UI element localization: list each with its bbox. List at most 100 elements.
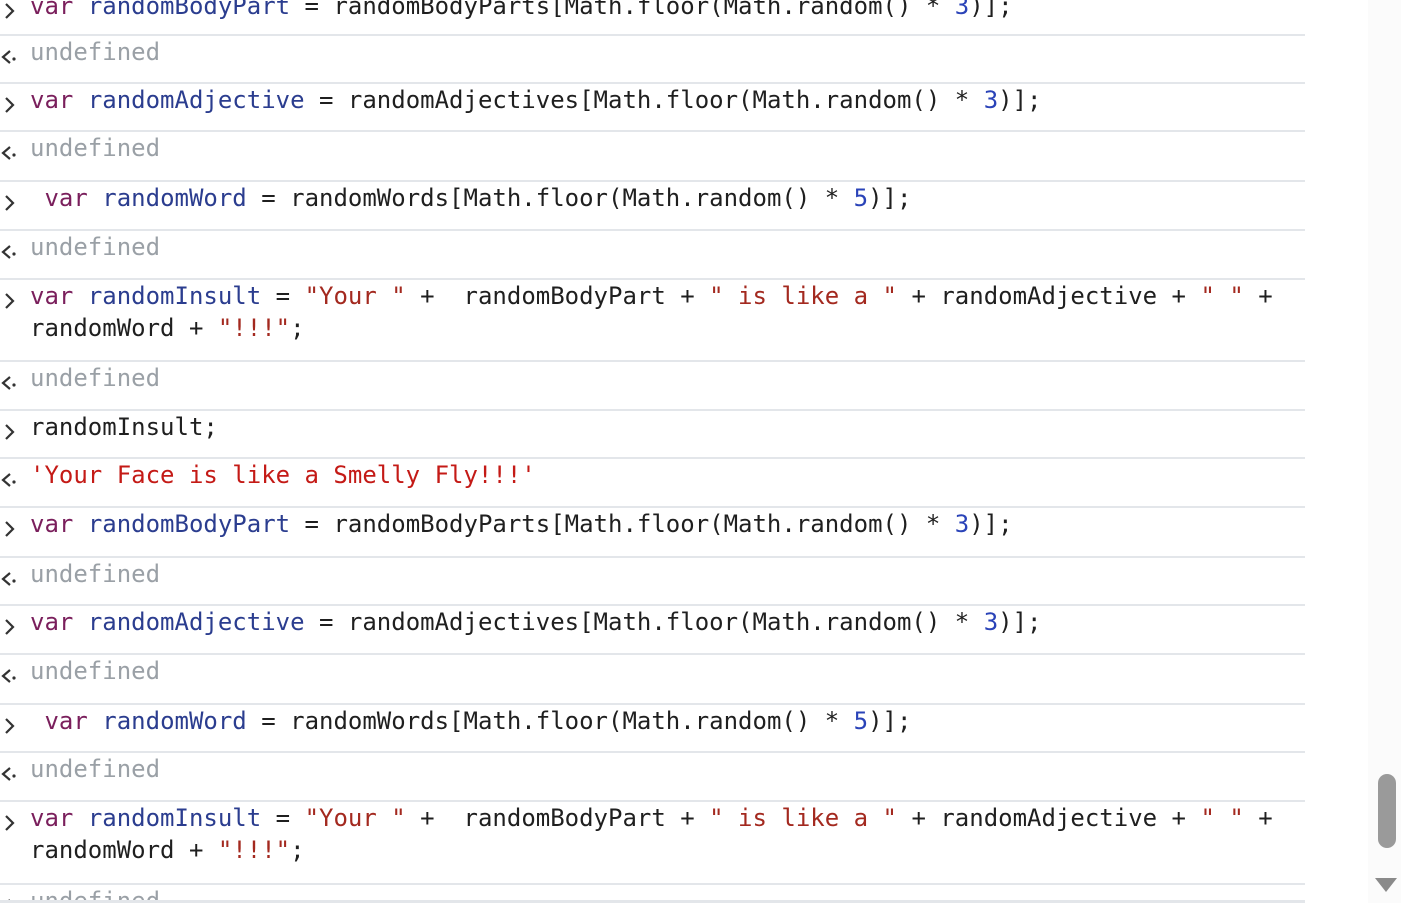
console-undefined-value: undefined — [30, 134, 161, 162]
code-token: randomAdjective — [87, 86, 305, 114]
console-log: var randomBodyPart = randomBodyParts[Mat… — [0, 0, 1305, 903]
console-output-row[interactable]: undefined — [0, 655, 1305, 705]
code-token: "!!!" — [217, 836, 291, 864]
code-token: randomInsult — [87, 804, 262, 832]
console-input-code: var randomInsult = "Your " + randomBodyP… — [30, 280, 1305, 344]
code-token: 3 — [954, 0, 970, 20]
code-token: = randomBodyParts[Math.floor(Math.random… — [290, 0, 955, 20]
return-arrow-icon — [0, 141, 20, 165]
code-token: )]; — [868, 184, 912, 212]
return-arrow-icon — [0, 240, 20, 264]
console-undefined-value: undefined — [30, 657, 161, 685]
code-token: = randomAdjectives[Math.floor(Math.rando… — [304, 86, 984, 114]
console-output-row[interactable]: undefined — [0, 132, 1305, 182]
code-token: var — [44, 707, 88, 735]
chevron-right-icon — [0, 420, 20, 444]
chevron-right-icon — [0, 289, 20, 313]
chevron-right-icon — [0, 0, 20, 23]
console-output-row[interactable]: 'Your Face is like a Smelly Fly!!!' — [0, 459, 1305, 508]
console-output-row[interactable]: undefined — [0, 36, 1305, 84]
return-arrow-icon — [0, 45, 20, 69]
code-token: + randomBodyPart + — [405, 282, 710, 310]
chevron-right-icon — [0, 517, 20, 541]
code-token: = — [261, 804, 305, 832]
code-token: = randomWords[Math.floor(Math.random() * — [246, 184, 854, 212]
console-input-code: var randomBodyPart = randomBodyParts[Mat… — [30, 508, 1305, 540]
code-token: ; — [290, 314, 305, 342]
console-input-code: var randomAdjective = randomAdjectives[M… — [30, 606, 1305, 638]
console-output-row[interactable]: undefined — [0, 362, 1305, 411]
code-token: var — [30, 608, 74, 636]
console-input-row[interactable]: var randomWord = randomWords[Math.floor(… — [0, 705, 1305, 753]
chevron-right-icon — [0, 615, 20, 639]
code-token: = — [261, 282, 305, 310]
return-arrow-icon — [0, 664, 20, 688]
code-token: = randomAdjectives[Math.floor(Math.rando… — [304, 608, 984, 636]
code-token: randomInsult — [87, 282, 262, 310]
console-input-code: var randomAdjective = randomAdjectives[M… — [30, 84, 1305, 116]
code-token: randomWord — [102, 707, 247, 735]
scrollbar-thumb[interactable] — [1378, 774, 1396, 848]
scroll-down-arrow-icon[interactable] — [1375, 878, 1397, 892]
code-token: var — [30, 86, 74, 114]
code-token: )]; — [998, 86, 1042, 114]
console-result-value: 'Your Face is like a Smelly Fly!!!' — [30, 461, 536, 489]
console-input-row[interactable]: var randomAdjective = randomAdjectives[M… — [0, 606, 1305, 655]
console-input-code: var randomWord = randomWords[Math.floor(… — [30, 705, 1305, 737]
code-token: var — [30, 0, 74, 20]
chevron-right-icon — [0, 191, 20, 215]
code-token: " is like a " — [709, 282, 897, 310]
console-input-row[interactable]: var randomBodyPart = randomBodyParts[Mat… — [0, 0, 1305, 36]
return-arrow-icon — [0, 762, 20, 786]
code-token: randomBodyPart — [87, 0, 291, 20]
return-arrow-icon — [0, 371, 20, 395]
code-token: randomWord — [102, 184, 247, 212]
console-input-code: var randomBodyPart = randomBodyParts[Mat… — [30, 0, 1305, 22]
console-input-code: var randomWord = randomWords[Math.floor(… — [30, 182, 1305, 214]
code-token: = randomWords[Math.floor(Math.random() * — [246, 707, 854, 735]
code-token: randomBodyPart — [87, 510, 291, 538]
console-input-code: var randomInsult = "Your " + randomBodyP… — [30, 802, 1305, 866]
code-token: var — [30, 282, 74, 310]
code-token: 3 — [954, 510, 970, 538]
code-token: " is like a " — [709, 804, 897, 832]
console-input-row[interactable]: var randomAdjective = randomAdjectives[M… — [0, 84, 1305, 132]
code-token: + randomAdjective + — [897, 282, 1201, 310]
console-input-row[interactable]: var randomInsult = "Your " + randomBodyP… — [0, 802, 1305, 885]
console-output-row[interactable]: undefined — [0, 231, 1305, 280]
code-token: " " — [1200, 804, 1244, 832]
code-token: )]; — [998, 608, 1042, 636]
code-token: "Your " — [304, 804, 406, 832]
code-token: var — [30, 510, 74, 538]
code-token: var — [30, 804, 74, 832]
console-output-row[interactable]: undefined — [0, 558, 1305, 606]
console-input-row[interactable]: var randomInsult = "Your " + randomBodyP… — [0, 280, 1305, 362]
console-output-row[interactable]: undefined — [0, 753, 1305, 802]
console-undefined-value: undefined — [30, 38, 161, 66]
console-undefined-value: undefined — [30, 364, 161, 392]
code-token: )]; — [969, 0, 1013, 20]
return-arrow-icon — [0, 567, 20, 591]
return-arrow-icon — [0, 468, 20, 492]
console-input-row[interactable]: var randomBodyPart = randomBodyParts[Mat… — [0, 508, 1305, 558]
console-input-row[interactable]: randomInsult; — [0, 411, 1305, 459]
code-token: 5 — [853, 184, 869, 212]
code-token: randomInsult; — [30, 413, 218, 441]
code-token: ; — [290, 836, 305, 864]
console-input-row[interactable]: var randomWord = randomWords[Math.floor(… — [0, 182, 1305, 231]
console-undefined-value: undefined — [30, 755, 161, 783]
code-token: var — [44, 184, 88, 212]
scrollbar[interactable] — [1368, 0, 1401, 903]
chevron-right-icon — [0, 93, 20, 117]
chevron-right-icon — [0, 714, 20, 738]
code-token: "!!!" — [217, 314, 291, 342]
code-token: 5 — [853, 707, 869, 735]
